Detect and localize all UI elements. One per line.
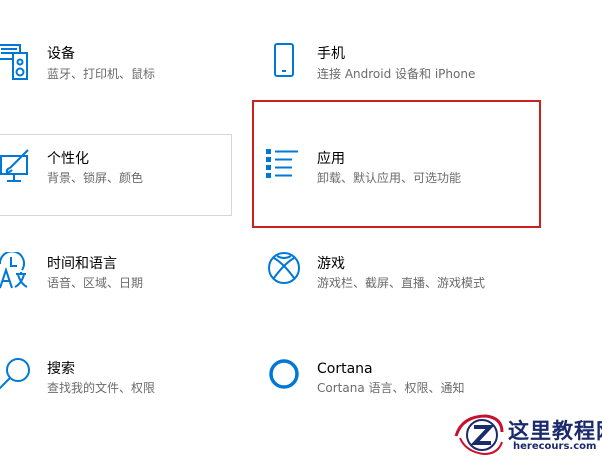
tile-apps[interactable]: 应用 卸载、默认应用、可选功能 [262,142,532,202]
tile-phone[interactable]: 手机 连接 Android 设备和 iPhone [262,36,542,96]
tile-search[interactable]: 搜索 查找我的文件、权限 [0,352,240,412]
tile-title: 应用 [317,151,345,167]
tile-time-language[interactable]: 时间和语言 语音、区域、日期 [0,246,240,306]
tile-title: 手机 [317,46,345,62]
tile-description: Cortana 语言、权限、通知 [317,381,465,395]
tile-description: 连接 Android 设备和 iPhone [317,67,476,81]
phone-icon [264,42,304,82]
tile-description: 蓝牙、打印机、鼠标 [47,67,156,81]
tile-title: 个性化 [47,151,89,167]
cortana-icon [266,354,306,394]
tile-title: 游戏 [317,256,345,272]
tile-gaming[interactable]: 游戏 游戏栏、截屏、直播、游戏模式 [262,246,542,306]
personalization-icon [0,148,38,188]
tile-title: Cortana [317,361,373,377]
tile-title: 时间和语言 [47,256,117,272]
tile-description: 背景、锁屏、颜色 [47,171,144,185]
tile-description: 语音、区域、日期 [47,276,144,290]
search-icon [0,354,36,394]
z-logo-icon [452,408,506,460]
tile-title: 设备 [47,46,75,62]
xbox-icon [266,250,306,290]
tile-description: 卸载、默认应用、可选功能 [317,171,462,185]
devices-icon [0,42,36,82]
tile-title: 搜索 [47,361,75,377]
time-language-icon [0,252,34,292]
tile-devices[interactable]: 设备 蓝牙、打印机、鼠标 [0,36,240,96]
tile-personalization[interactable]: 个性化 背景、锁屏、颜色 [0,142,232,202]
tile-description: 查找我的文件、权限 [47,381,156,395]
watermark: 这里教程网 herecours.com [452,408,602,460]
apps-icon [264,146,304,186]
tile-description: 游戏栏、截屏、直播、游戏模式 [317,276,486,290]
tile-cortana[interactable]: Cortana Cortana 语言、权限、通知 [262,352,542,412]
watermark-url: herecours.com [513,441,597,452]
